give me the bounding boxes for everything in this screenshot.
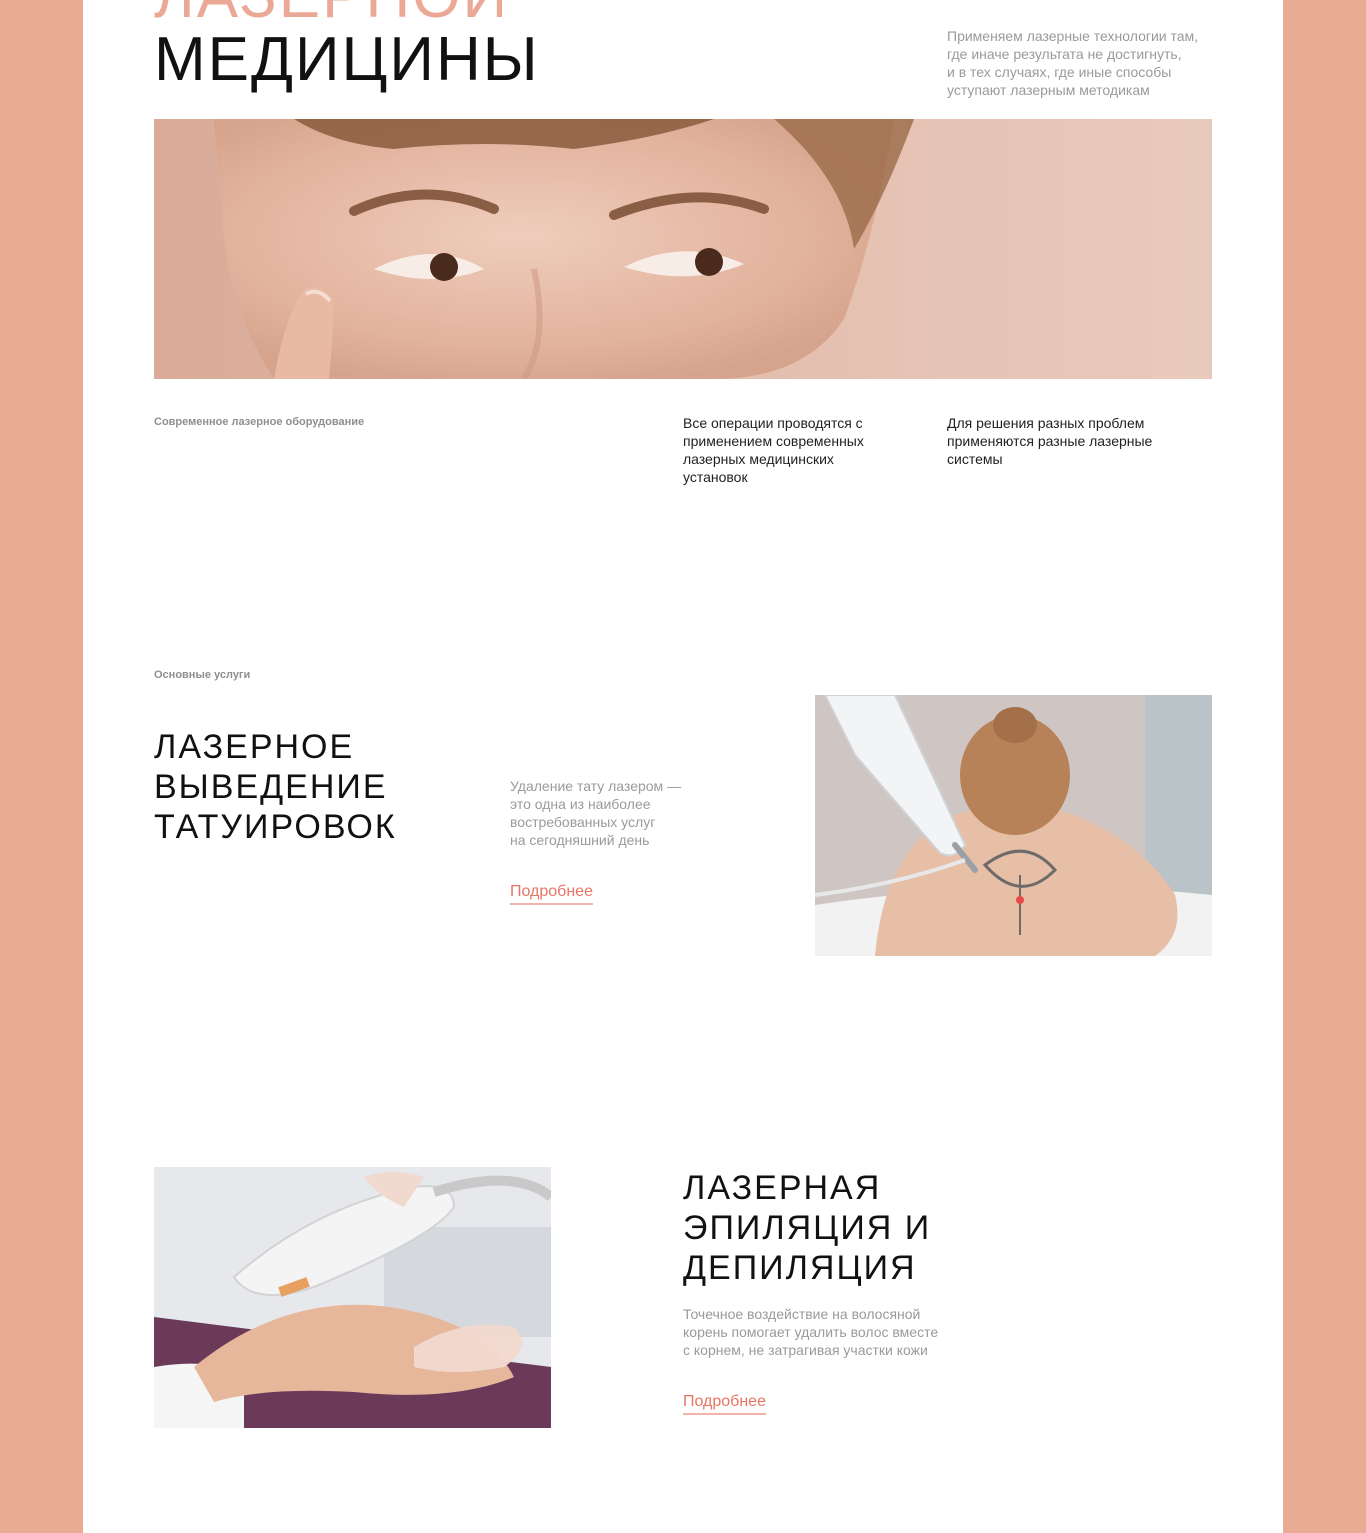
equipment-caption: Современное лазерное оборудование xyxy=(154,416,365,428)
service-desc-tattoo: Удаление тату лазером — это одна из наиб… xyxy=(510,778,682,848)
tattoo-removal-photo xyxy=(815,695,1212,956)
equipment-text-2: Для решения разных проблем применяются р… xyxy=(947,415,1153,467)
equipment-text-1: Все операции проводятся с применением со… xyxy=(683,415,864,485)
tattoo-more-link[interactable]: Подробнее xyxy=(510,883,593,905)
epilation-photo xyxy=(154,1167,551,1428)
service-desc-epilation: Точечное воздействие на волосяной корень… xyxy=(683,1306,939,1358)
hero-title: МЕДИЦИНЫ xyxy=(154,25,540,94)
hero-face-image xyxy=(154,119,1212,379)
page-container: ЛАЗЕРНОЙ МЕДИЦИНЫ Применяем лазерные тех… xyxy=(83,0,1283,1533)
epilation-more-link[interactable]: Подробнее xyxy=(683,1393,766,1415)
services-caption: Основные услуги xyxy=(154,669,251,681)
hero-description: Применяем лазерные технологии там, где и… xyxy=(947,28,1199,98)
service-title-tattoo: ЛАЗЕРНОЕ ВЫВЕДЕНИЕ ТАТУИРОВОК xyxy=(154,728,397,846)
service-title-epilation: ЛАЗЕРНАЯ ЭПИЛЯЦИЯ И ДЕПИЛЯЦИЯ xyxy=(683,1169,932,1287)
